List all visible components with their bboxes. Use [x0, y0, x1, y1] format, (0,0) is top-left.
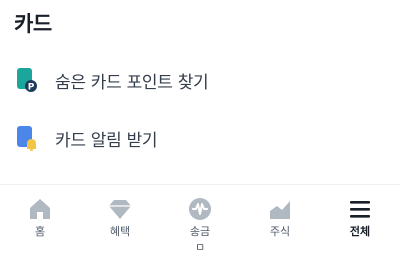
tab-label: 주식: [269, 225, 291, 238]
tab-all[interactable]: 전체: [320, 185, 400, 246]
tab-transfer[interactable]: 송금 ㅁ: [160, 185, 240, 254]
card-notification-icon: [16, 125, 38, 152]
menu-icon: [347, 197, 373, 221]
menu-item-hidden-card-points[interactable]: P 숨은 카드 포인트 찾기: [0, 58, 400, 102]
card-point-icon: P: [16, 67, 38, 93]
transfer-icon: [187, 197, 213, 221]
tab-stocks[interactable]: 주식: [240, 185, 320, 246]
tab-label: 송금: [189, 225, 211, 238]
tab-home[interactable]: 홈: [0, 185, 80, 246]
home-icon: [27, 197, 53, 221]
menu-item-card-notifications[interactable]: 카드 알림 받기: [0, 116, 400, 160]
tab-label-overflow: ㅁ: [194, 241, 206, 254]
menu-item-label: 카드 알림 받기: [55, 130, 158, 151]
menu-item-label: 숨은 카드 포인트 찾기: [55, 72, 209, 93]
tab-label: 혜택: [109, 225, 131, 238]
bottom-tab-bar: 홈 혜택 송금 ㅁ 주식 전체: [0, 185, 400, 254]
tab-label: 전체: [349, 225, 371, 238]
tab-label: 홈: [34, 225, 46, 238]
section-title: 카드: [14, 12, 52, 36]
svg-text:P: P: [28, 83, 35, 93]
stock-chart-icon: [267, 197, 293, 221]
tab-benefits[interactable]: 혜택: [80, 185, 160, 246]
benefit-diamond-icon: [107, 197, 133, 221]
